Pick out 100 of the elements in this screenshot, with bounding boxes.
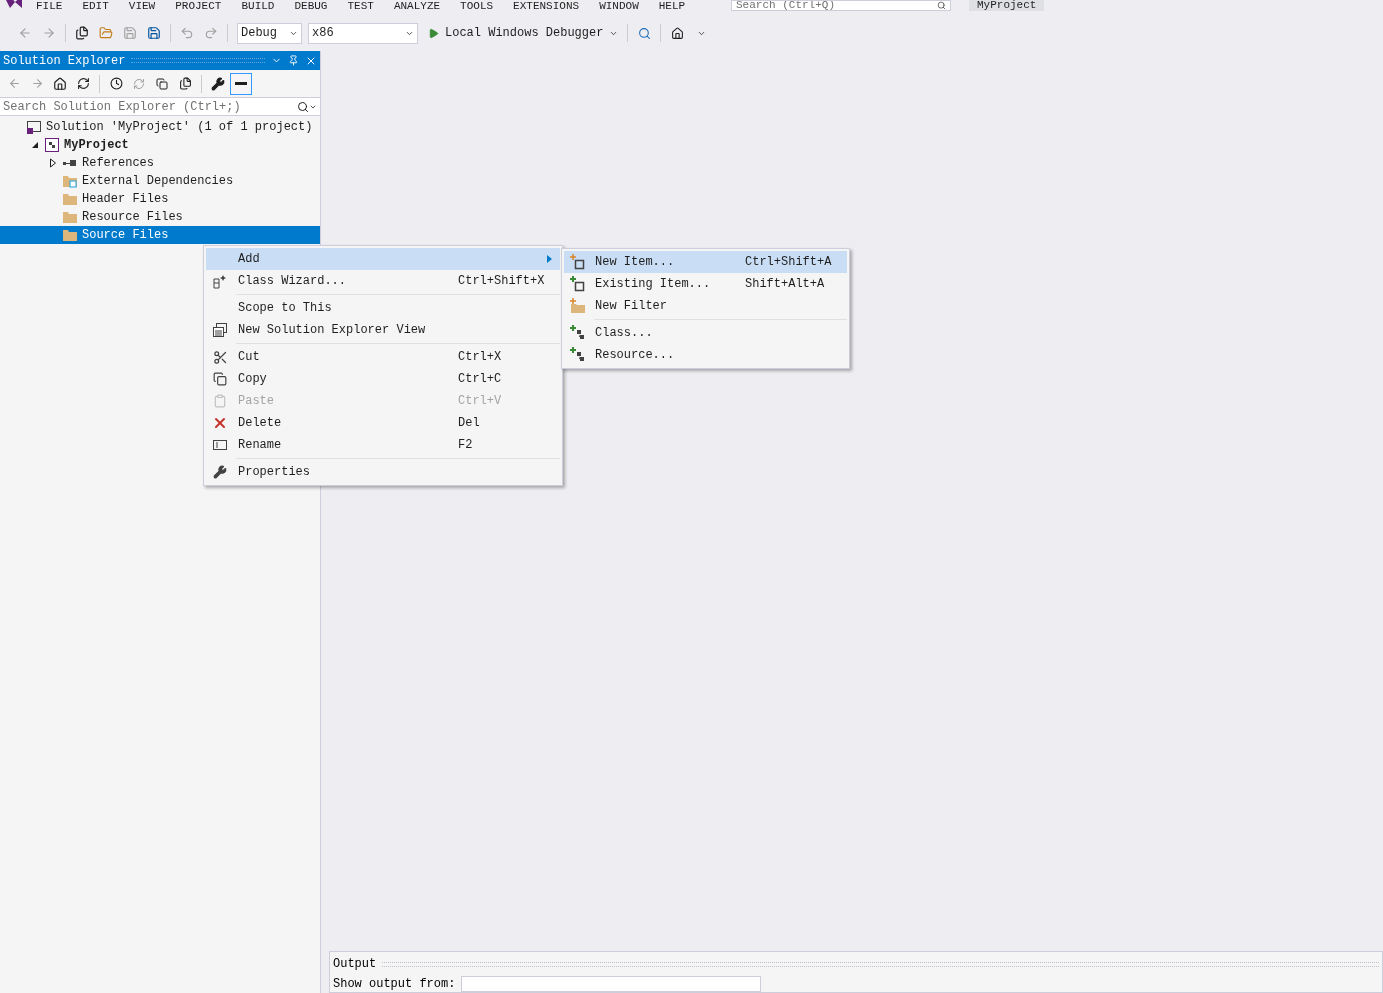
delete-icon [212, 415, 228, 431]
expanded-arrow-icon[interactable] [31, 141, 39, 149]
menu-item-label: Cut [238, 349, 260, 366]
panel-title: Solution Explorer [3, 52, 126, 70]
tree-item[interactable]: Header Files [0, 190, 320, 208]
menu-item-label: New Filter [595, 298, 667, 315]
wizard-icon [212, 273, 228, 289]
menu-item-label: Add [238, 251, 260, 268]
folder-icon [62, 210, 78, 224]
menu-item-label: Scope to This [238, 300, 332, 317]
menu-item[interactable]: Class Wizard... Ctrl+Shift+X [206, 270, 560, 292]
tree-item-label: Solution 'MyProject' (1 of 1 project) [46, 119, 313, 136]
pin-icon[interactable] [288, 55, 299, 66]
menu-item[interactable]: Copy Ctrl+C [206, 368, 560, 390]
shortcut-label: Del [458, 415, 480, 432]
menu-bar-item[interactable]: VIEW [128, 1, 156, 12]
menu-item[interactable]: Properties [206, 461, 560, 483]
menu-item[interactable]: Add [206, 248, 560, 270]
menu-bar-item[interactable]: WINDOW [599, 1, 639, 12]
shortcut-label: Ctrl+Shift+A [745, 254, 832, 271]
shortcut-label: Ctrl+X [458, 349, 502, 366]
logo-icon [5, 0, 25, 10]
collapsed-arrow-icon[interactable] [49, 158, 57, 168]
add-item-icon [570, 276, 586, 292]
shortcut-label: Ctrl+C [458, 371, 502, 388]
shortcut-label: F2 [458, 437, 473, 454]
copy-icon [213, 372, 227, 386]
play-icon [428, 27, 439, 39]
panel-title: Output [333, 956, 377, 973]
menu-bar-item[interactable]: TEST [347, 1, 374, 12]
references-icon [62, 158, 78, 168]
add-class-icon [570, 347, 586, 363]
menu-item-label: Resource... [595, 347, 675, 364]
menu-bar-item[interactable]: HELP [658, 1, 686, 12]
scissors-icon [212, 349, 228, 365]
menu-bar-item[interactable]: PROJECT [175, 1, 222, 12]
menu-item[interactable]: New Solution Explorer View [206, 319, 560, 341]
folder-icon [62, 192, 78, 206]
menu-item-label: Existing Item... [595, 276, 711, 293]
rename-icon [212, 439, 228, 451]
project-icon [44, 137, 60, 153]
menu-item-label: New Item... [595, 254, 675, 271]
project-title: MyProject [969, 0, 1045, 11]
search-field[interactable]: Search Solution Explorer (Ctrl+;) [0, 97, 320, 116]
tree-item-label: Source Files [82, 227, 169, 244]
menu-item[interactable]: New Item... Ctrl+Shift+A [564, 251, 847, 273]
menu-bar-item[interactable]: EXTENSIONS [513, 1, 580, 12]
menu-item[interactable]: Rename F2 [206, 434, 560, 456]
search-icon [297, 100, 309, 113]
menu-item-label: Paste [238, 393, 274, 410]
menu-item[interactable]: Delete Del [206, 412, 560, 434]
tree-item-label: MyProject [64, 137, 129, 154]
tree-item[interactable]: Source Files [0, 226, 320, 244]
add-class-icon [570, 325, 586, 341]
tree-item[interactable]: External Dependencies [0, 172, 320, 190]
tree-item[interactable]: Solution 'MyProject' (1 of 1 project) [0, 118, 320, 136]
menu-bar-item[interactable]: DEBUG [294, 1, 328, 12]
platform-dropdown[interactable]: x86 [308, 22, 418, 44]
menu-item-label: New Solution Explorer View [238, 322, 426, 339]
new-folder-icon [570, 298, 586, 314]
menu-bar-item[interactable]: EDIT [82, 1, 109, 12]
search-icon [937, 1, 946, 10]
menu-item[interactable]: Existing Item... Shift+Alt+A [564, 273, 847, 295]
menu-item[interactable]: Resource... [564, 344, 847, 366]
menu-item[interactable]: Scope to This [206, 297, 560, 319]
menu-bar-item[interactable]: ANALYZE [393, 1, 441, 12]
menu-item[interactable]: Class... [564, 322, 847, 344]
menu-item[interactable]: New Filter [564, 295, 847, 317]
menu-item-label: Copy [238, 371, 267, 388]
minus-icon [235, 82, 247, 85]
tree-item-label: Header Files [82, 191, 169, 208]
windows-icon [212, 322, 228, 338]
start-debugging-button[interactable]: Local Windows Debugger [424, 22, 623, 44]
tree-item[interactable]: References [0, 154, 320, 172]
menu-item-label: Class... [595, 325, 653, 342]
new-item-icon [570, 254, 586, 270]
menu-bar-item[interactable]: FILE [36, 1, 63, 12]
menu-item[interactable]: Cut Ctrl+X [206, 346, 560, 368]
menu-bar-item[interactable]: TOOLS [460, 1, 494, 12]
folder-icon [62, 228, 78, 242]
configuration-dropdown[interactable]: Debug [237, 22, 302, 44]
output-source-label: Show output from: [333, 978, 456, 990]
menu-item-label: Delete [238, 415, 282, 432]
tree-item[interactable]: MyProject [0, 136, 320, 154]
clipboard-icon [213, 394, 227, 408]
quick-launch-field[interactable]: Search (Ctrl+Q) [731, 0, 951, 11]
shortcut-label: Ctrl+Shift+X [458, 273, 545, 290]
menu-item-label: Properties [238, 464, 310, 481]
tree-item-label: References [82, 155, 154, 172]
preview-toggle[interactable] [230, 72, 252, 95]
tree-item[interactable]: Resource Files [0, 208, 320, 226]
shortcut-label: Shift+Alt+A [745, 276, 825, 293]
folder-link-icon [62, 174, 78, 188]
wrench-icon [213, 465, 227, 479]
tree-item-label: External Dependencies [82, 173, 234, 190]
solution-icon [26, 119, 42, 135]
menu-item-label: Class Wizard... [238, 273, 347, 290]
tree-item-label: Resource Files [82, 209, 183, 226]
menu-bar-item[interactable]: BUILD [241, 1, 275, 12]
shortcut-label: Ctrl+V [458, 393, 502, 410]
